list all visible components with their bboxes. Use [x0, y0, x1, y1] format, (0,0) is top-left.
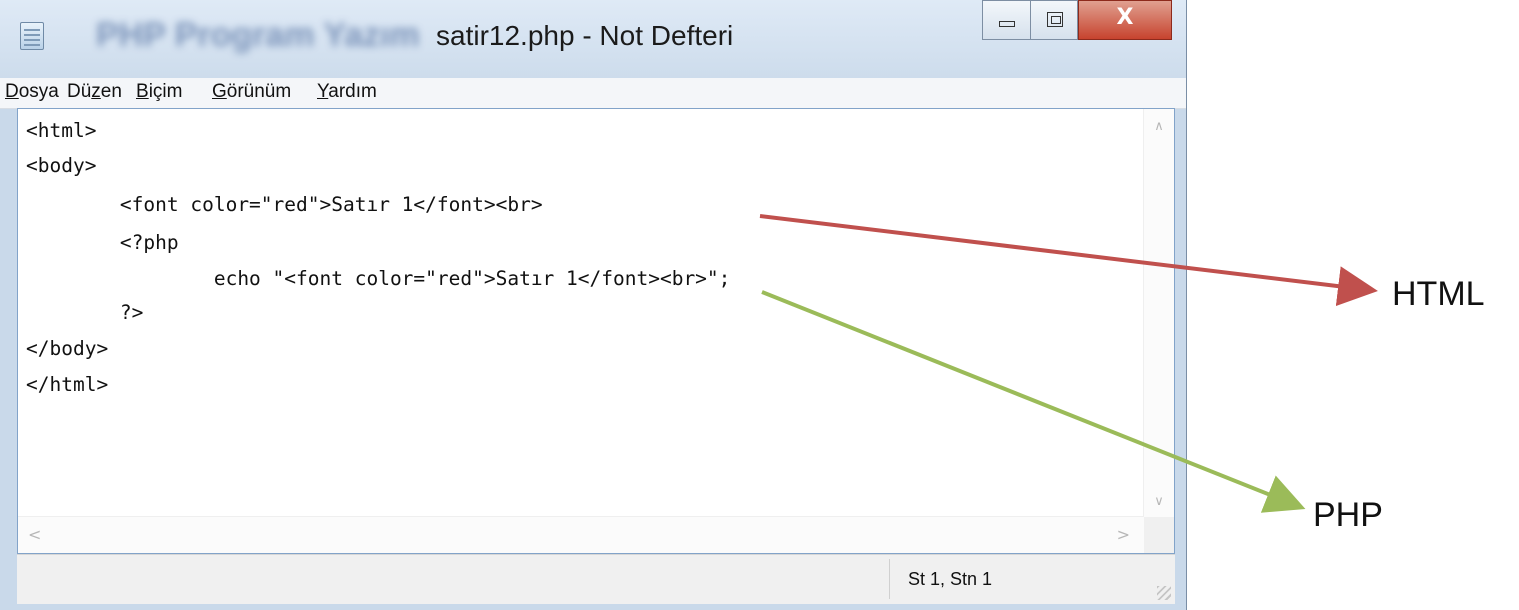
html-label: HTML: [1392, 275, 1485, 313]
php-arrow: [761, 290, 1306, 513]
annotation-overlay: [759, 214, 1378, 513]
html-arrow: [759, 214, 1378, 307]
php-label: PHP: [1313, 496, 1383, 534]
